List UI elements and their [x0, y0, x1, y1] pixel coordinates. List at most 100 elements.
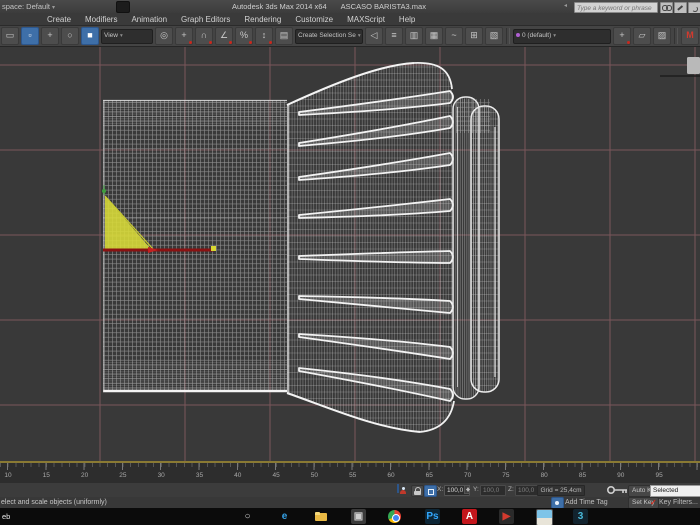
schematic-view-button[interactable]: ⊞ — [465, 27, 483, 45]
workspace-selector[interactable]: space: Default ▾ — [2, 2, 55, 11]
chevron-down-icon: ▾ — [52, 5, 56, 11]
select-object-glyph: ▫ — [28, 30, 32, 40]
mail-app-icon[interactable]: ▣ — [351, 509, 366, 524]
search-input[interactable] — [575, 3, 657, 13]
select-objects-in-layer-glyph: ▨ — [657, 30, 667, 40]
mirror-button[interactable]: ◁ — [365, 27, 383, 45]
chevron-down-icon: ▾ — [357, 32, 361, 39]
acrobat-icon[interactable]: A — [462, 509, 477, 524]
edit-selection-sets-button[interactable]: ▤ — [275, 27, 293, 45]
infocenter-search[interactable] — [574, 1, 658, 13]
perspective-viewport[interactable] — [0, 47, 700, 461]
photoshop-icon[interactable]: Ps — [425, 509, 440, 524]
communication-center-icon[interactable] — [688, 1, 700, 14]
menu-customize[interactable]: Customize — [288, 15, 340, 24]
y-label: Y: — [473, 486, 479, 493]
trackbar-major-ticks — [7, 463, 700, 470]
percent-snap-glyph: % — [239, 30, 248, 40]
named-selection-sets-dropdown[interactable]: Create Selection Se ▾ — [295, 28, 363, 44]
layer-manager-glyph: ▥ — [409, 30, 419, 40]
percent-snap-button[interactable]: % — [235, 27, 253, 45]
key-filters-button[interactable]: Key Filters... — [659, 499, 698, 506]
create-new-layer-button[interactable]: + — [613, 27, 631, 45]
3dsmax-window: space: Default ▾ Autodesk 3ds Max 2014 x… — [0, 0, 700, 525]
select-and-scale-button[interactable]: ■ — [81, 27, 99, 45]
snap-toggle-button[interactable]: ∩ — [195, 27, 213, 45]
frame-label-35: 35 — [195, 472, 204, 479]
menu-animation[interactable]: Animation — [124, 15, 174, 24]
menu-help[interactable]: Help — [392, 15, 422, 24]
add-to-layer-button[interactable]: ▱ — [633, 27, 651, 45]
select-objects-in-layer-button[interactable]: ▨ — [653, 27, 671, 45]
chrome-icon[interactable] — [388, 510, 401, 523]
menu-items: Create Modifiers Animation Graph Editors Ren… — [40, 15, 422, 24]
frame-label-25: 25 — [119, 472, 127, 479]
search-binoculars-icon[interactable] — [660, 1, 673, 14]
graphite-ribbon-button[interactable]: ▦ — [425, 27, 443, 45]
windows-taskbar: eb ○ e ▣ Ps A ▶ 3 — [0, 508, 700, 525]
select-and-manipulate-button[interactable]: + — [175, 27, 193, 45]
file-explorer-icon[interactable] — [314, 509, 329, 524]
reference-coordinate-dropdown[interactable]: View ▾ — [101, 28, 153, 44]
align-glyph: ≡ — [391, 30, 397, 40]
cortana-icon[interactable]: ○ — [240, 509, 255, 524]
taskbar-partial-text: eb — [2, 512, 11, 521]
selection-region-icon[interactable]: ▭ — [1, 27, 19, 45]
toggle-scene-explorer-button[interactable]: ▧ — [485, 27, 503, 45]
y-coordinate-field[interactable]: 100,0 — [480, 485, 506, 496]
material-editor-glyph: M — [686, 30, 694, 40]
menu-graph-editors[interactable]: Graph Editors — [174, 15, 237, 24]
frame-label-40: 40 — [234, 472, 242, 479]
wireframe-flare[interactable] — [286, 62, 455, 433]
angle-snap-button[interactable]: ∠ — [215, 27, 233, 45]
selection-lock-toggle[interactable] — [411, 485, 424, 497]
media-app-icon[interactable]: ▶ — [499, 509, 514, 524]
select-and-move-button[interactable]: + — [41, 27, 59, 45]
wireframe-cap[interactable] — [452, 96, 500, 400]
spinner-snap-button[interactable]: ↕ — [255, 27, 273, 45]
menu-maxscript[interactable]: MAXScript — [340, 15, 392, 24]
align-button[interactable]: ≡ — [385, 27, 403, 45]
menu-bar: Create Modifiers Animation Graph Editors Ren… — [0, 13, 700, 26]
curve-editor-glyph: ~ — [451, 30, 457, 40]
select-and-rotate-button[interactable]: ○ — [61, 27, 79, 45]
frame-label-55: 55 — [349, 472, 357, 479]
z-label: Z: — [508, 486, 514, 493]
layer-manager-button[interactable]: ▥ — [405, 27, 423, 45]
frame-label-50: 50 — [310, 472, 319, 479]
spinner-down-icon[interactable] — [466, 489, 470, 492]
layer-dropdown[interactable]: 0 (default) ▾ — [513, 28, 611, 44]
satellite-shape — [692, 5, 698, 12]
mirror-glyph: ◁ — [370, 30, 378, 40]
track-bar[interactable]: 10 15 20 25 30 35 40 45 50 55 60 65 70 75 80 85 90 95 — [0, 463, 700, 484]
frame-label-70: 70 — [463, 472, 472, 479]
photos-app-icon[interactable] — [536, 509, 553, 525]
absolute-mode-toggle[interactable] — [424, 485, 437, 497]
infocenter-collapse-icon[interactable]: ◂ — [564, 2, 567, 9]
use-center-button[interactable]: ◎ — [155, 27, 173, 45]
subscription-wrench-icon[interactable] — [674, 1, 687, 14]
material-editor-button[interactable]: M — [681, 27, 699, 45]
select-and-move-glyph: + — [47, 30, 53, 40]
edit-selection-sets-glyph: ▤ — [279, 30, 289, 40]
menu-create[interactable]: Create — [40, 15, 78, 24]
3dsmax-app-icon[interactable]: 3 — [573, 509, 588, 524]
snap-indicator-dot — [627, 41, 630, 44]
spinner-snap-glyph: ↕ — [261, 30, 267, 40]
menu-rendering[interactable]: Rendering — [237, 15, 288, 24]
frame-label-95: 95 — [655, 472, 663, 479]
select-and-scale-glyph: ■ — [87, 30, 93, 40]
file-name: ASCASO BARISTA3.max — [340, 2, 426, 11]
viewport-scroll-tab[interactable] — [660, 57, 700, 77]
edge-icon[interactable]: e — [277, 509, 292, 524]
chevron-down-icon: ▾ — [553, 32, 557, 39]
snap-indicator-dot — [209, 41, 212, 44]
workspace-flyout-button[interactable] — [116, 1, 130, 13]
selection-set-combo[interactable]: Selected — [650, 484, 700, 497]
isolate-selection-toggle[interactable] — [397, 484, 399, 493]
curve-editor-button[interactable]: ~ — [445, 27, 463, 45]
x-spinner[interactable] — [464, 485, 470, 494]
menu-modifiers[interactable]: Modifiers — [78, 15, 124, 24]
add-time-tag-button[interactable]: Add Time Tag — [565, 499, 608, 506]
select-object-button[interactable]: ▫ — [21, 27, 39, 45]
